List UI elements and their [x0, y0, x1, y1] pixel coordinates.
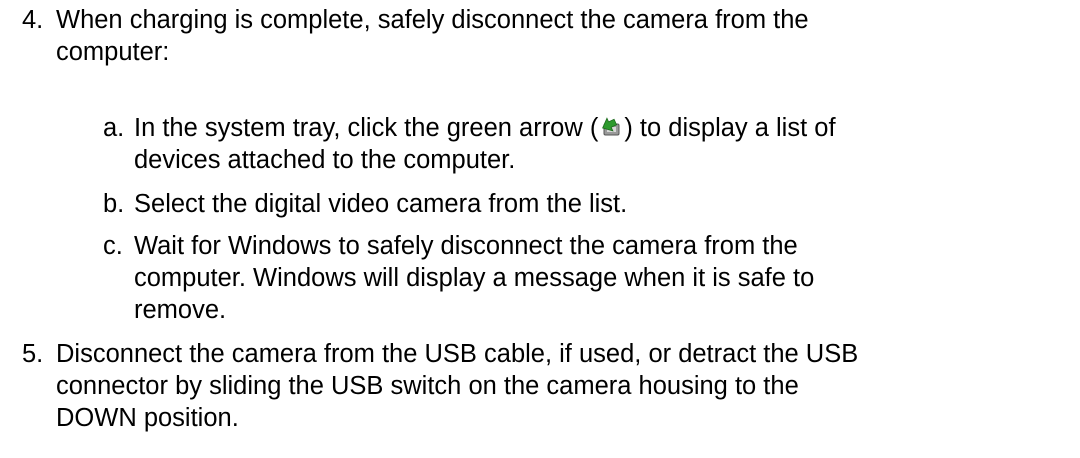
substep-text: Select the digital video camera from the… [134, 188, 1054, 220]
step-number: 5. [22, 340, 44, 368]
substep-text-before-icon: In the system tray, click the green arro… [134, 114, 599, 142]
substep-text-line: devices attached to the computer. [134, 146, 516, 174]
step-text-line: When charging is complete, safely discon… [56, 6, 809, 34]
substep-letter: a. [103, 114, 125, 142]
step-text-line: connector by sliding the USB switch on t… [56, 372, 799, 400]
step-text: When charging is complete, safely discon… [56, 4, 1066, 68]
instruction-document: 4. When charging is complete, safely dis… [0, 0, 1080, 458]
substep-text-line: In the system tray, click the green arro… [134, 112, 1054, 144]
substep-text-after-icon: ) to display a list of [624, 114, 836, 142]
substep-text-line: remove. [134, 296, 227, 324]
step-text-line: computer: [56, 38, 170, 66]
safely-remove-hardware-icon [599, 115, 623, 139]
substep-letter: b. [103, 190, 125, 218]
substep-text-line: computer. Windows will display a message… [134, 264, 815, 292]
step-number: 4. [22, 6, 44, 34]
substep-text-line: Select the digital video camera from the… [134, 190, 628, 218]
substep-text: In the system tray, click the green arro… [134, 112, 1054, 176]
substep-text: Wait for Windows to safely disconnect th… [134, 230, 1054, 326]
substep-letter: c. [103, 232, 123, 260]
step-text: Disconnect the camera from the USB cable… [56, 338, 1066, 434]
substep-text-line: Wait for Windows to safely disconnect th… [134, 232, 798, 260]
step-text-line: Disconnect the camera from the USB cable… [56, 340, 859, 368]
step-text-line: DOWN position. [56, 404, 239, 432]
